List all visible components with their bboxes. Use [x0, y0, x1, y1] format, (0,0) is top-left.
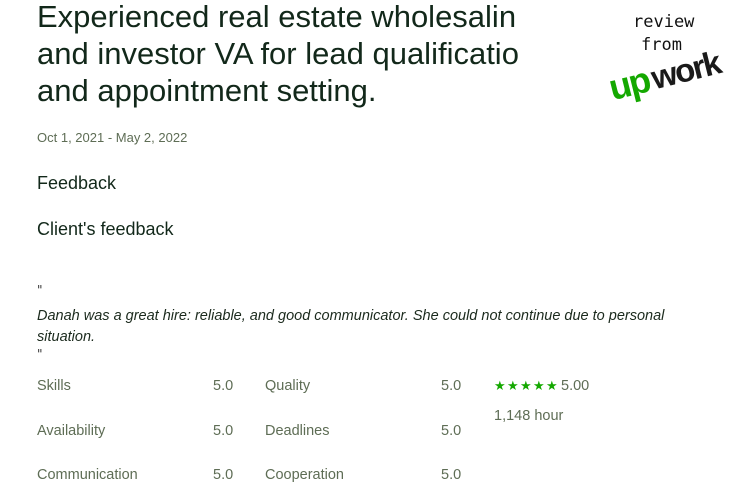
rating-label-skills: Skills: [37, 378, 71, 394]
contract-dates: Oct 1, 2021 - May 2, 2022: [37, 130, 188, 145]
rating-label-deadlines: Deadlines: [265, 423, 330, 439]
rating-label-cooperation: Cooperation: [265, 467, 344, 483]
review-source-badge: review from up work: [605, 10, 726, 110]
job-title-line-2: and investor VA for lead qualificatio: [37, 36, 519, 71]
rating-label-availability: Availability: [37, 423, 106, 439]
star-icon: ★: [546, 378, 558, 393]
star-rating: ★ ★ ★ ★ ★: [494, 378, 558, 393]
rating-label-quality: Quality: [265, 378, 311, 394]
job-title: Experienced real estate wholesalin and i…: [37, 0, 597, 109]
rating-score-deadlines: 5.0: [441, 423, 462, 439]
star-icon: ★: [533, 378, 545, 393]
rating-score-cooperation: 5.0: [441, 467, 462, 483]
upwork-logo: up work: [605, 43, 726, 104]
overall-rating-value: 5.00: [561, 378, 590, 394]
svg-text:work: work: [646, 43, 725, 96]
close-quote-mark: ": [37, 347, 43, 361]
rating-score-quality: 5.0: [441, 378, 462, 394]
star-icon: ★: [494, 378, 506, 393]
job-title-line-1: Experienced real estate wholesalin: [37, 0, 517, 34]
rating-score-communication: 5.0: [213, 467, 234, 483]
client-feedback-heading: Client's feedback: [37, 219, 174, 239]
client-review-text: Danah was a great hire: reliable, and go…: [37, 308, 665, 345]
job-title-line-3: and appointment setting.: [37, 73, 377, 108]
svg-text:up: up: [605, 58, 654, 104]
open-quote-mark: ": [37, 283, 43, 297]
rating-score-availability: 5.0: [213, 423, 234, 439]
rating-score-skills: 5.0: [213, 378, 234, 394]
rating-label-communication: Communication: [37, 467, 138, 483]
feedback-heading: Feedback: [37, 173, 117, 193]
star-icon: ★: [507, 378, 519, 393]
overall-rating: ★ ★ ★ ★ ★ 5.00: [494, 378, 589, 394]
badge-review-text: review: [633, 12, 695, 32]
hours-worked: 1,148 hour: [494, 408, 564, 424]
star-icon: ★: [520, 378, 532, 393]
